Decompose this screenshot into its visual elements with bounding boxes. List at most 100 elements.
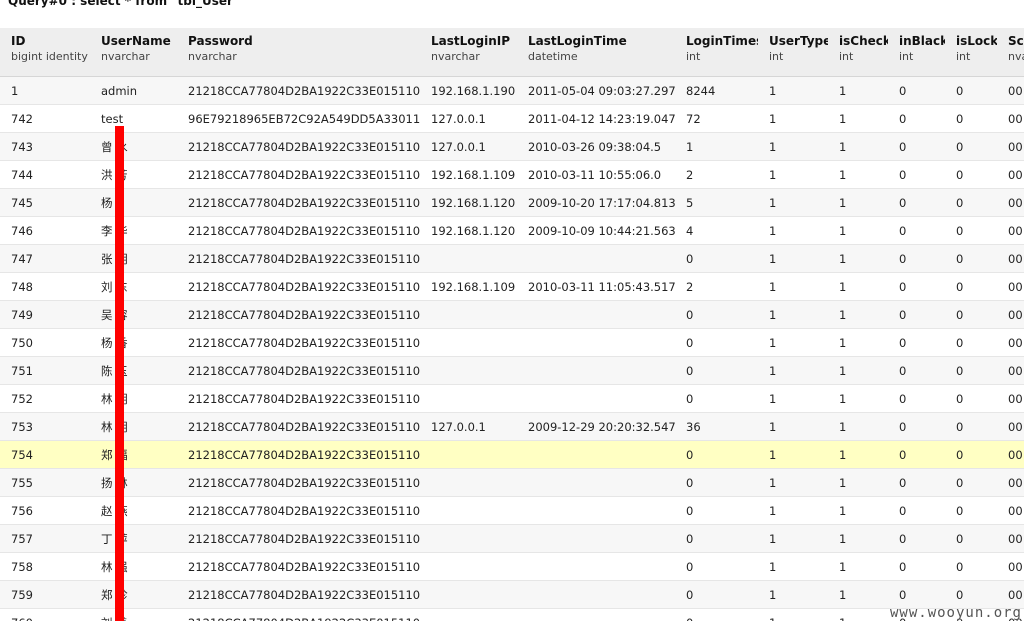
cell-lastlogintime[interactable] (517, 524, 675, 553)
cell-lastlogintime[interactable] (517, 356, 675, 385)
cell-lastloginip[interactable] (420, 440, 517, 469)
cell-ischeck[interactable]: 1 (828, 356, 888, 385)
cell-ischeck[interactable]: 1 (828, 188, 888, 217)
cell-usertype[interactable]: 1 (758, 272, 828, 301)
cell-lastlogintime[interactable]: 2011-05-04 09:03:27.297 (517, 76, 675, 105)
cell-scl[interactable]: 00 (997, 244, 1024, 273)
cell-lastlogintime[interactable]: 2011-04-12 14:23:19.047 (517, 104, 675, 133)
cell-ischeck[interactable]: 1 (828, 216, 888, 245)
cell-logintimes[interactable]: 0 (675, 328, 758, 357)
cell-logintimes[interactable]: 0 (675, 608, 758, 621)
cell-inblack[interactable]: 0 (888, 132, 945, 161)
cell-lastlogintime[interactable]: 2009-10-20 17:17:04.813 (517, 188, 675, 217)
cell-usertype[interactable]: 1 (758, 524, 828, 553)
cell-scl[interactable]: 00 (997, 496, 1024, 525)
table-row[interactable]: 751陈 玉21218CCA77804D2BA1922C33E015110501… (0, 356, 1024, 385)
cell-ischeck[interactable]: 1 (828, 412, 888, 441)
cell-lastloginip[interactable]: 127.0.0.1 (420, 104, 517, 133)
cell-lastloginip[interactable] (420, 524, 517, 553)
cell-password[interactable]: 21218CCA77804D2BA1922C33E0151105 (177, 76, 420, 105)
table-row[interactable]: 758林 强21218CCA77804D2BA1922C33E015110501… (0, 552, 1024, 581)
cell-usertype[interactable]: 1 (758, 188, 828, 217)
cell-usertype[interactable]: 1 (758, 496, 828, 525)
cell-username[interactable]: 吴 容 (90, 300, 177, 329)
cell-inblack[interactable]: 0 (888, 76, 945, 105)
cell-id[interactable]: 760 (0, 608, 90, 621)
column-header-scl[interactable]: Scl nva (997, 28, 1024, 77)
cell-lastloginip[interactable] (420, 608, 517, 621)
cell-usertype[interactable]: 1 (758, 328, 828, 357)
result-grid[interactable]: ID bigint identity UserName nvarchar Passwor… (0, 28, 1024, 621)
cell-inblack[interactable]: 0 (888, 160, 945, 189)
cell-scl[interactable]: 00 (997, 412, 1024, 441)
cell-lastlogintime[interactable] (517, 552, 675, 581)
cell-id[interactable]: 756 (0, 496, 90, 525)
cell-password[interactable]: 21218CCA77804D2BA1922C33E0151105 (177, 300, 420, 329)
cell-scl[interactable]: 00 (997, 440, 1024, 469)
table-row[interactable]: 743曾 水21218CCA77804D2BA1922C33E015110512… (0, 132, 1024, 161)
cell-logintimes[interactable]: 0 (675, 580, 758, 609)
cell-password[interactable]: 21218CCA77804D2BA1922C33E0151105 (177, 244, 420, 273)
cell-password[interactable]: 21218CCA77804D2BA1922C33E0151105 (177, 328, 420, 357)
cell-id[interactable]: 754 (0, 440, 90, 469)
cell-scl[interactable]: 00 (997, 104, 1024, 133)
cell-username[interactable]: 曾 水 (90, 132, 177, 161)
table-row[interactable]: 753林 明21218CCA77804D2BA1922C33E015110512… (0, 412, 1024, 441)
cell-inblack[interactable]: 0 (888, 272, 945, 301)
cell-lastlogintime[interactable]: 2010-03-11 10:55:06.0 (517, 160, 675, 189)
cell-id[interactable]: 745 (0, 188, 90, 217)
cell-inblack[interactable]: 0 (888, 468, 945, 497)
cell-islock[interactable]: 0 (945, 552, 997, 581)
cell-islock[interactable]: 0 (945, 412, 997, 441)
cell-password[interactable]: 21218CCA77804D2BA1922C33E0151105 (177, 608, 420, 621)
cell-lastloginip[interactable]: 127.0.0.1 (420, 412, 517, 441)
cell-lastlogintime[interactable] (517, 580, 675, 609)
cell-password[interactable]: 21218CCA77804D2BA1922C33E0151105 (177, 272, 420, 301)
cell-usertype[interactable]: 1 (758, 244, 828, 273)
cell-inblack[interactable]: 0 (888, 496, 945, 525)
cell-inblack[interactable]: 0 (888, 300, 945, 329)
cell-scl[interactable]: 00 (997, 524, 1024, 553)
cell-usertype[interactable]: 1 (758, 216, 828, 245)
cell-password[interactable]: 21218CCA77804D2BA1922C33E0151105 (177, 440, 420, 469)
cell-islock[interactable]: 0 (945, 216, 997, 245)
column-header-islock[interactable]: isLock int (945, 28, 997, 77)
table-row[interactable]: 756赵 燕21218CCA77804D2BA1922C33E015110501… (0, 496, 1024, 525)
cell-usertype[interactable]: 1 (758, 160, 828, 189)
column-header-usertype[interactable]: UserType int (758, 28, 828, 77)
cell-usertype[interactable]: 1 (758, 412, 828, 441)
cell-logintimes[interactable]: 36 (675, 412, 758, 441)
cell-inblack[interactable]: 0 (888, 412, 945, 441)
cell-lastloginip[interactable] (420, 244, 517, 273)
cell-username[interactable]: 丁 萍 (90, 524, 177, 553)
cell-islock[interactable]: 0 (945, 160, 997, 189)
cell-usertype[interactable]: 1 (758, 132, 828, 161)
cell-lastlogintime[interactable]: 2009-12-29 20:20:32.547 (517, 412, 675, 441)
cell-ischeck[interactable]: 1 (828, 132, 888, 161)
cell-lastloginip[interactable]: 127.0.0.1 (420, 132, 517, 161)
cell-password[interactable]: 21218CCA77804D2BA1922C33E0151105 (177, 160, 420, 189)
cell-id[interactable]: 753 (0, 412, 90, 441)
cell-ischeck[interactable]: 1 (828, 468, 888, 497)
column-header-ischeck[interactable]: isCheck int (828, 28, 888, 77)
cell-usertype[interactable]: 1 (758, 76, 828, 105)
table-row[interactable]: 752林 明21218CCA77804D2BA1922C33E015110501… (0, 384, 1024, 413)
table-row[interactable]: 760刘 善21218CCA77804D2BA1922C33E015110501… (0, 608, 1024, 621)
cell-logintimes[interactable]: 1 (675, 132, 758, 161)
table-row[interactable]: 749吴 容21218CCA77804D2BA1922C33E015110501… (0, 300, 1024, 329)
cell-ischeck[interactable]: 1 (828, 608, 888, 621)
cell-password[interactable]: 21218CCA77804D2BA1922C33E0151105 (177, 384, 420, 413)
cell-scl[interactable]: 00 (997, 468, 1024, 497)
cell-logintimes[interactable]: 0 (675, 300, 758, 329)
cell-lastlogintime[interactable]: 2010-03-26 09:38:04.5 (517, 132, 675, 161)
cell-usertype[interactable]: 1 (758, 384, 828, 413)
cell-usertype[interactable]: 1 (758, 104, 828, 133)
cell-inblack[interactable]: 0 (888, 104, 945, 133)
cell-id[interactable]: 746 (0, 216, 90, 245)
cell-scl[interactable]: 00 (997, 216, 1024, 245)
cell-username[interactable]: 洪 芳 (90, 160, 177, 189)
cell-password[interactable]: 21218CCA77804D2BA1922C33E0151105 (177, 188, 420, 217)
cell-islock[interactable]: 0 (945, 244, 997, 273)
cell-lastloginip[interactable]: 192.168.1.109 (420, 160, 517, 189)
cell-ischeck[interactable]: 1 (828, 160, 888, 189)
